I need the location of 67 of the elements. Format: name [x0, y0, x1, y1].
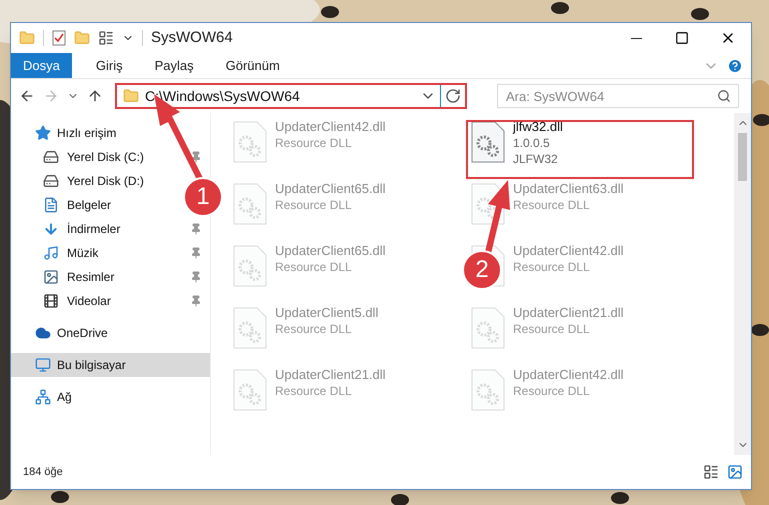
sidebar-item[interactable]: Videolar [67, 292, 111, 310]
large-icons-view-icon[interactable] [727, 464, 743, 480]
ribbon-tab[interactable]: Paylaş [138, 53, 210, 78]
sidebar-item[interactable]: Hızlı erişim [57, 124, 116, 142]
ribbon-tab[interactable]: Dosya [11, 53, 72, 78]
file-name[interactable]: jlfw32.dll [513, 119, 563, 135]
file-detail: Resource DLL [275, 321, 353, 337]
help-icon[interactable] [727, 58, 743, 74]
gear-file-icon [233, 121, 267, 163]
drive-icon [43, 149, 59, 165]
file-detail: JLFW32 [513, 151, 559, 167]
refresh-icon[interactable] [445, 88, 461, 104]
sidebar-item[interactable]: Resimler [67, 268, 114, 286]
sidebar-item[interactable]: Belgeler [67, 196, 112, 214]
pin-icon[interactable] [190, 223, 202, 235]
music-note-icon [43, 245, 59, 261]
file-detail: Resource DLL [513, 321, 591, 337]
file-detail: Resource DLL [513, 259, 591, 275]
back-icon[interactable] [19, 88, 35, 104]
pin-icon[interactable] [190, 247, 202, 259]
film-icon [43, 293, 59, 309]
folder-icon [123, 88, 139, 104]
pin-icon[interactable] [190, 271, 202, 283]
pin-icon[interactable] [190, 295, 202, 307]
gear-file-icon [471, 369, 505, 411]
sidebar-item[interactable]: İndirmeler [67, 220, 120, 238]
checklist-icon[interactable] [52, 30, 66, 46]
scrollbar-thumb[interactable] [738, 133, 747, 181]
sidebar-item[interactable]: Yerel Disk (C:) [67, 148, 144, 166]
gear-file-icon [471, 307, 505, 349]
gear-file-icon [233, 307, 267, 349]
gear-file-icon [233, 183, 267, 225]
file-detail: Resource DLL [275, 383, 353, 399]
window-title: SysWOW64 [151, 28, 233, 48]
pin-icon[interactable] [190, 151, 202, 163]
ribbon-tab[interactable]: Giriş [80, 53, 139, 78]
sidebar-item[interactable]: Müzik [67, 244, 98, 262]
ribbon-tab[interactable]: Görünüm [210, 53, 296, 78]
gear-file-icon [471, 121, 505, 163]
file-detail: Resource DLL [275, 135, 353, 151]
document-icon [43, 197, 59, 213]
star-icon [35, 125, 51, 141]
maximize-icon [675, 31, 689, 45]
scrollbar[interactable] [734, 113, 751, 455]
file-detail: Resource DLL [275, 259, 353, 275]
search-icon [717, 89, 731, 103]
search-field[interactable]: Ara: SysWOW64 [497, 84, 739, 108]
gear-file-icon [233, 245, 267, 287]
up-icon[interactable] [87, 88, 103, 104]
sidebar-item[interactable]: Bu bilgisayar [11, 353, 210, 377]
file-detail: 1.0.0.5 [513, 135, 551, 151]
file-detail: Resource DLL [275, 197, 353, 213]
sidebar-item[interactable]: Yerel Disk (D:) [67, 172, 144, 190]
properties-icon[interactable] [98, 30, 114, 46]
details-view-icon[interactable] [703, 464, 719, 480]
network-icon [35, 389, 51, 405]
download-icon [43, 221, 59, 237]
file-detail: Resource DLL [513, 383, 591, 399]
cloud-icon [35, 325, 51, 341]
file-detail: Resource DLL [513, 197, 591, 213]
computer-icon [35, 357, 51, 373]
drive-icon [43, 173, 59, 189]
address-field[interactable]: C:\Windows\SysWOW64 [115, 83, 467, 109]
gear-file-icon [233, 369, 267, 411]
item-count: 184 öğe [23, 464, 63, 480]
address-text: C:\Windows\SysWOW64 [145, 86, 301, 106]
image-icon [43, 269, 59, 285]
